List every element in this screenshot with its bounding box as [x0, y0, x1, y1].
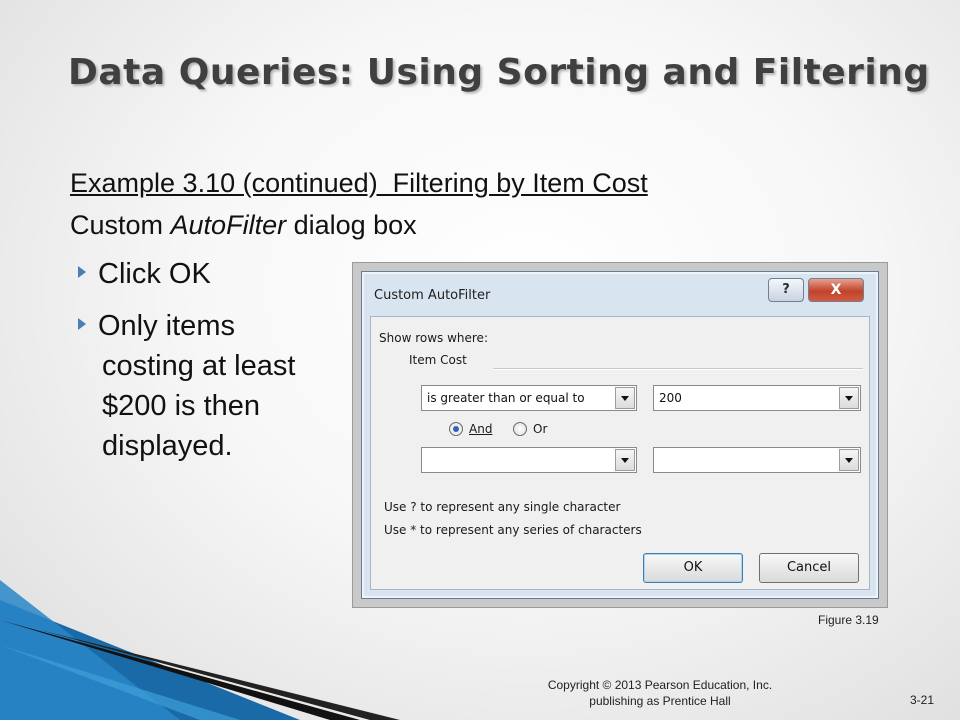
- dialog-title: Custom AutoFilter: [374, 288, 491, 303]
- hint-single-char: Use ? to represent any single character: [384, 500, 621, 514]
- bullet-click-ok: Click OK: [78, 258, 211, 291]
- show-rows-label: Show rows where:: [379, 331, 488, 345]
- field-name-label: Item Cost: [409, 353, 467, 367]
- slide-title: Data Queries: Using Sorting and Filterin…: [68, 52, 930, 93]
- page-number: 3-21: [910, 693, 935, 707]
- and-label[interactable]: And: [469, 422, 492, 436]
- dropdown-arrow-icon[interactable]: [615, 387, 635, 409]
- or-radio[interactable]: [513, 422, 527, 436]
- value-select-1[interactable]: 200: [653, 385, 861, 411]
- help-button[interactable]: ?: [768, 278, 804, 302]
- bullet-arrow-icon: [78, 266, 86, 279]
- custom-autofilter-dialog: Custom AutoFilter ? X Show rows where: I…: [361, 271, 879, 599]
- bullet-arrow-icon: [78, 318, 86, 331]
- or-label[interactable]: Or: [533, 422, 547, 436]
- hint-series-char: Use * to represent any series of charact…: [384, 523, 642, 537]
- ok-button[interactable]: OK: [643, 553, 743, 583]
- dropdown-arrow-icon[interactable]: [839, 449, 859, 471]
- operator-select-1[interactable]: is greater than or equal to: [421, 385, 637, 411]
- value-select-2[interactable]: [653, 447, 861, 473]
- dropdown-arrow-icon[interactable]: [615, 449, 635, 471]
- dialog-body: Show rows where: Item Cost is greater th…: [370, 316, 870, 590]
- close-button[interactable]: X: [808, 278, 864, 302]
- group-divider: [493, 368, 863, 370]
- dropdown-arrow-icon[interactable]: [839, 387, 859, 409]
- and-radio[interactable]: [449, 422, 463, 436]
- example-heading: Example 3.10 (continued) Filtering by It…: [70, 168, 648, 198]
- dialog-caption: Custom AutoFilter dialog box: [70, 210, 417, 240]
- dialog-screenshot: Custom AutoFilter ? X Show rows where: I…: [352, 262, 888, 608]
- copyright-notice: Copyright © 2013 Pearson Education, Inc.…: [547, 678, 773, 708]
- operator-select-2[interactable]: [421, 447, 637, 473]
- figure-caption: Figure 3.19: [818, 613, 879, 627]
- bullet-only-items: Only items costing at least $200 is then…: [78, 306, 295, 466]
- cancel-button[interactable]: Cancel: [759, 553, 859, 583]
